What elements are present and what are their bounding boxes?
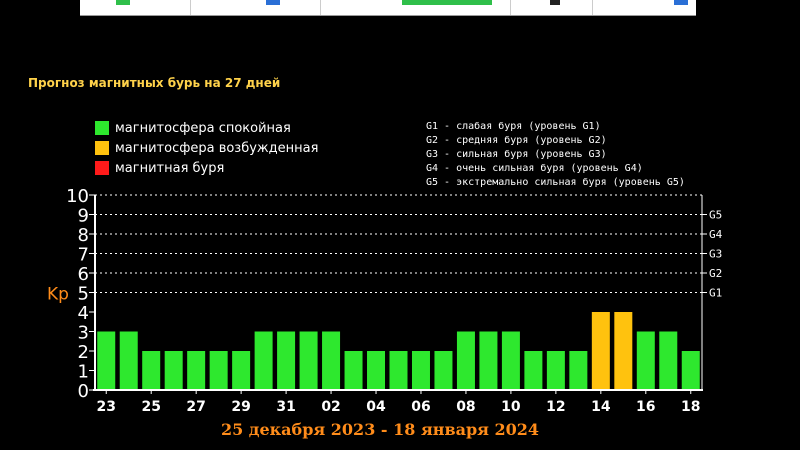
y-tick-label: 8 xyxy=(78,225,89,246)
g-tick-label: G3 xyxy=(709,248,722,261)
kp-bar xyxy=(659,331,678,390)
kp-forecast-chart: 012345678910Kp G1G2G3G4G523 25 27 29 31 02 04 06… xyxy=(47,186,723,415)
x-tick-label: 06 xyxy=(411,399,430,415)
kp-bar xyxy=(389,351,408,390)
kp-bar xyxy=(591,312,610,390)
x-tick-label: 18 xyxy=(681,399,700,415)
g-tick-label: G5 xyxy=(709,209,722,222)
kp-bar xyxy=(569,351,588,390)
kp-bar xyxy=(411,351,430,390)
g-tick-label: G1 xyxy=(709,287,722,300)
x-tick-label: 10 xyxy=(501,399,521,415)
x-tick-label: 12 xyxy=(546,399,565,415)
kp-bar xyxy=(614,312,633,390)
x-tick-label: 08 xyxy=(456,399,475,415)
kp-bar xyxy=(299,331,318,390)
kp-bar xyxy=(479,331,498,390)
x-tick-label: 16 xyxy=(636,399,655,415)
y-tick-label: 10 xyxy=(66,186,89,207)
x-tick-label: 29 xyxy=(231,399,250,415)
g-tick-label: G2 xyxy=(709,267,722,280)
kp-bar xyxy=(322,331,341,390)
y-tick-label: 4 xyxy=(78,303,89,324)
x-tick-label: 27 xyxy=(186,399,205,415)
kp-bar xyxy=(344,351,363,390)
kp-bar xyxy=(142,351,161,390)
kp-bar xyxy=(456,331,475,390)
y-axis-label: Kp xyxy=(47,285,69,305)
g-tick-label: G4 xyxy=(709,228,723,241)
y-tick-label: 1 xyxy=(78,362,89,383)
y-tick-label: 0 xyxy=(78,381,89,402)
x-tick-label: 02 xyxy=(321,399,340,415)
kp-bar xyxy=(97,331,116,390)
kp-bar xyxy=(367,351,386,390)
kp-bar xyxy=(119,331,138,390)
kp-bar xyxy=(546,351,565,390)
x-tick-label: 25 xyxy=(141,399,160,415)
y-tick-label: 7 xyxy=(78,245,89,266)
kp-bar xyxy=(187,351,206,390)
y-tick-label: 3 xyxy=(78,323,89,344)
kp-bar xyxy=(636,331,655,390)
y-tick-label: 6 xyxy=(78,264,89,285)
x-tick-label: 23 xyxy=(96,399,115,415)
y-tick-label: 9 xyxy=(78,206,89,227)
kp-bar xyxy=(524,351,543,390)
x-tick-label: 14 xyxy=(591,399,611,415)
kp-bar xyxy=(164,351,183,390)
kp-bar xyxy=(277,331,296,390)
y-tick-label: 5 xyxy=(78,284,89,305)
kp-bar xyxy=(232,351,251,390)
x-tick-label: 04 xyxy=(366,399,386,415)
kp-bar xyxy=(681,351,700,390)
x-tick-label: 31 xyxy=(276,399,295,415)
kp-bar xyxy=(434,351,453,390)
kp-bar xyxy=(254,331,273,390)
date-range: 25 декабря 2023 - 18 января 2024 xyxy=(220,420,540,439)
kp-bar xyxy=(209,351,228,390)
kp-bar xyxy=(501,331,520,390)
y-tick-label: 2 xyxy=(78,342,89,363)
